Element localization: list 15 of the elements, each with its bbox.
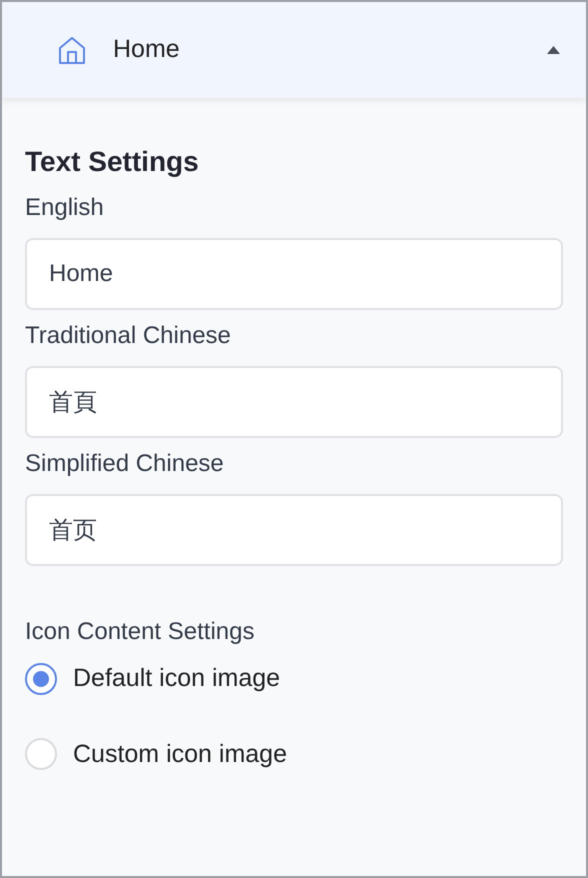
text-field[interactable]: Home: [25, 238, 563, 310]
field-label: Simplified Chinese: [25, 449, 225, 479]
field-label: English: [25, 193, 105, 223]
radio-label: Default icon image: [73, 663, 280, 694]
menu-label: Home: [113, 34, 180, 66]
radio-label: Custom icon image: [73, 738, 287, 770]
field-label: Traditional Chinese: [25, 321, 232, 351]
text-field[interactable]: 首页: [25, 494, 563, 566]
caret-icon[interactable]: [547, 46, 560, 54]
text-field[interactable]: 首頁: [25, 366, 563, 438]
radio-button[interactable]: [25, 662, 57, 695]
section-title: Icon Content Settings: [25, 617, 256, 647]
house-icon: [57, 35, 87, 65]
section-title: Text Settings: [25, 145, 200, 179]
menu-header[interactable]: Home: [2, 2, 586, 98]
